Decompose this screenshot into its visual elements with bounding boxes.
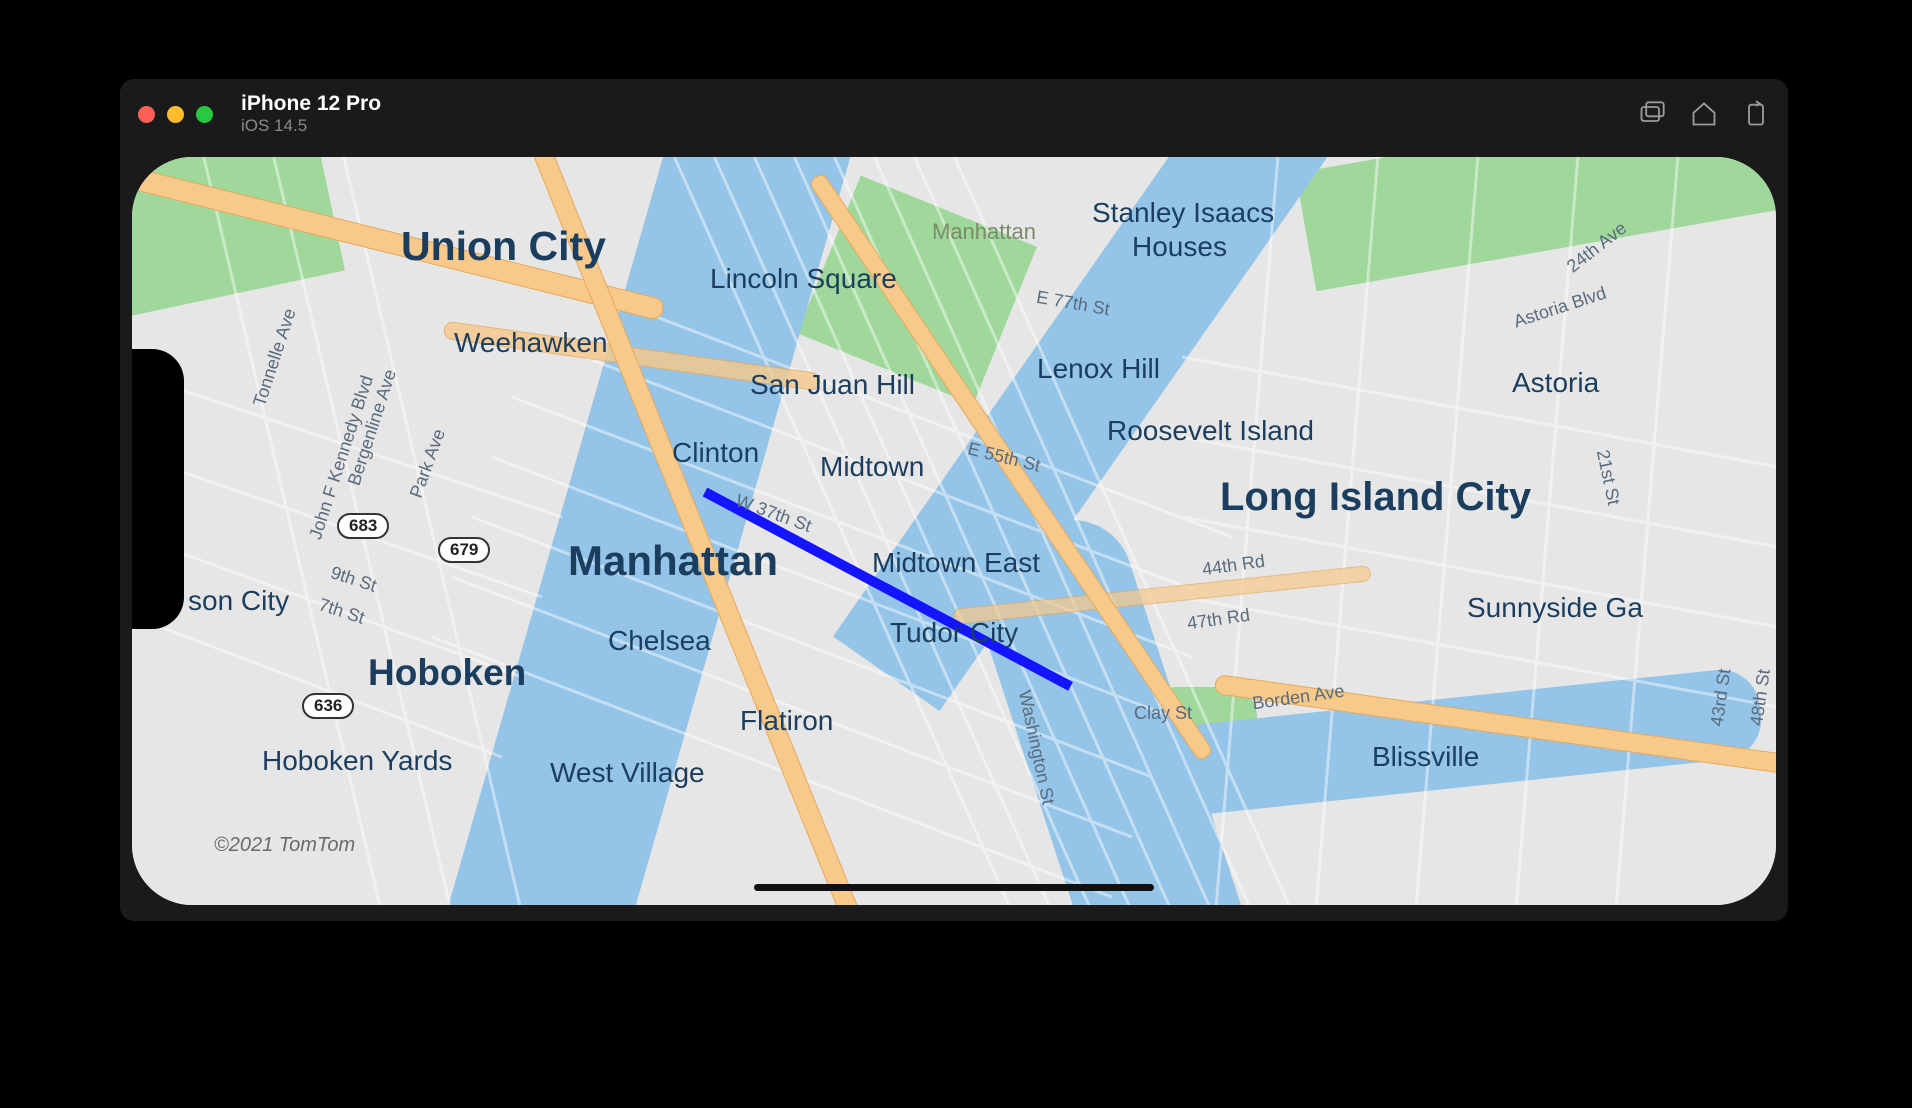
neighborhood-label: West Village <box>550 757 705 789</box>
device-notch <box>132 349 184 629</box>
neighborhood-label: Houses <box>1132 231 1227 263</box>
neighborhood-label: Stanley Isaacs <box>1092 197 1274 229</box>
neighborhood-label: San Juan Hill <box>750 369 915 401</box>
neighborhood-label: Lenox Hill <box>1037 353 1160 385</box>
place-label-major: Hoboken <box>368 652 526 694</box>
traffic-lights <box>138 106 213 123</box>
home-indicator[interactable] <box>754 884 1154 891</box>
minimize-icon[interactable] <box>167 106 184 123</box>
street-label: Clay St <box>1134 703 1192 724</box>
neighborhood-label: Midtown <box>820 451 924 483</box>
screenshot-icon[interactable] <box>1638 100 1666 128</box>
neighborhood-label: Blissville <box>1372 741 1479 773</box>
toolbar-right <box>1638 79 1770 149</box>
close-icon[interactable] <box>138 106 155 123</box>
neighborhood-label: Tudor City <box>890 617 1018 649</box>
route-shield: 683 <box>337 513 389 539</box>
route-shield: 636 <box>302 693 354 719</box>
neighborhood-label: Sunnyside Ga <box>1467 592 1643 624</box>
home-icon[interactable] <box>1690 100 1718 128</box>
neighborhood-label: Roosevelt Island <box>1107 415 1314 447</box>
route-shield: 679 <box>438 537 490 563</box>
neighborhood-label: Chelsea <box>608 625 711 657</box>
map-attribution: ©2021 TomTom <box>214 834 355 857</box>
neighborhood-label: Weehawken <box>454 327 608 359</box>
zoom-icon[interactable] <box>196 106 213 123</box>
place-label-major: Union City <box>401 223 606 270</box>
map-view[interactable]: 683 679 636 Union City Manhattan Hoboken Lo… <box>132 157 1776 905</box>
neighborhood-label: Astoria <box>1512 367 1599 399</box>
neighborhood-label: Manhattan <box>932 219 1036 245</box>
simulator-window: iPhone 12 Pro iOS 14.5 <box>120 79 1788 921</box>
neighborhood-label: Lincoln Square <box>710 263 897 295</box>
place-label-major: Manhattan <box>568 537 778 585</box>
neighborhood-label: Midtown East <box>872 547 1040 579</box>
place-label-major: Long Island City <box>1220 475 1531 520</box>
device-screen[interactable]: 683 679 636 Union City Manhattan Hoboken Lo… <box>132 157 1776 905</box>
titlebar: iPhone 12 Pro iOS 14.5 <box>120 79 1788 149</box>
device-title: iPhone 12 Pro <box>241 92 381 116</box>
neighborhood-label: son City <box>188 585 289 617</box>
neighborhood-label: Hoboken Yards <box>262 745 452 777</box>
neighborhood-label: Flatiron <box>740 705 833 737</box>
os-subtitle: iOS 14.5 <box>241 116 381 136</box>
rotate-icon[interactable] <box>1742 100 1770 128</box>
title-stack: iPhone 12 Pro iOS 14.5 <box>241 92 381 136</box>
neighborhood-label: Clinton <box>672 437 759 469</box>
